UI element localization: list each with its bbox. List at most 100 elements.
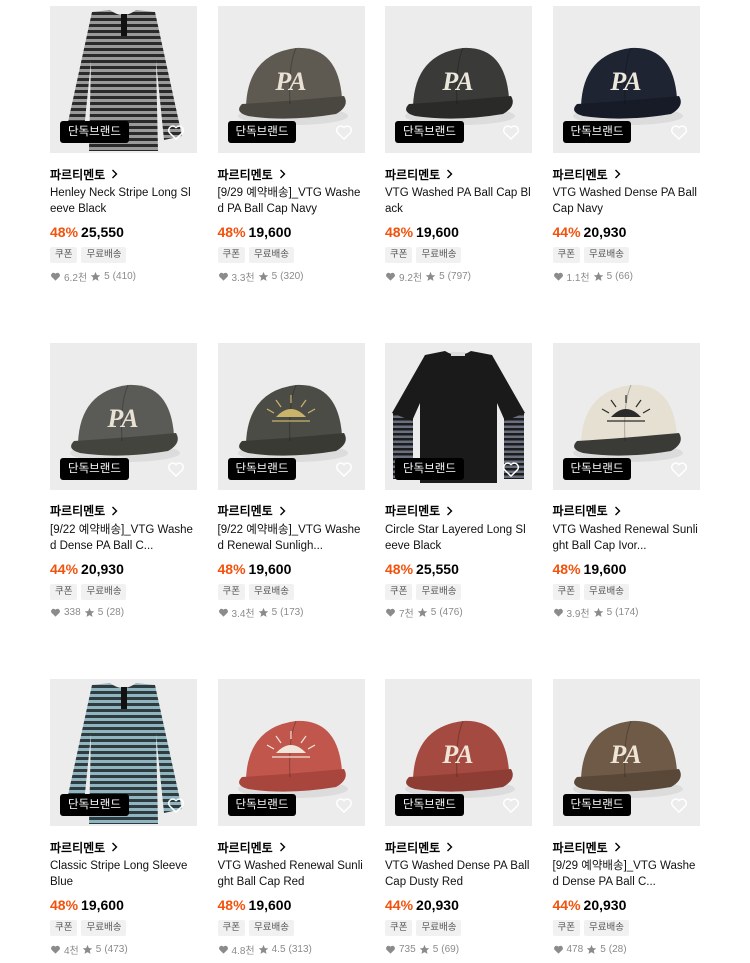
product-image[interactable]: 단독브랜드 (552, 342, 700, 490)
brand-link[interactable]: 파르티멘토 (217, 840, 365, 855)
svg-text:PA: PA (441, 67, 473, 96)
review-stats: 4.8천 4.5 (313) (218, 942, 365, 957)
exclusive-brand-badge: 단독브랜드 (562, 457, 632, 480)
rating: 5 (430, 607, 437, 618)
brand-link[interactable]: 파르티멘토 (385, 840, 532, 855)
product-card[interactable]: PA 단독브랜드 파르티멘토 VTG Washed Dense PA Ball … (552, 6, 700, 284)
chevron-right-icon (112, 169, 118, 179)
wishlist-heart-icon[interactable] (334, 122, 354, 142)
review-count: (173) (280, 607, 304, 618)
product-name[interactable]: Henley Neck Stripe Long Sleeve Black (50, 185, 197, 217)
brand-link[interactable]: 파르티멘토 (50, 840, 197, 855)
free-shipping-tag: 무료배송 (248, 583, 294, 600)
wishlist-heart-icon[interactable] (669, 795, 689, 815)
sale-price: 20,930 (416, 897, 459, 913)
product-image[interactable]: PA 단독브랜드 (552, 679, 700, 826)
discount-rate: 48% (217, 224, 246, 240)
product-card[interactable]: 단독브랜드 파르티멘토 Circle Star Layered Long Sle… (385, 342, 532, 620)
coupon-tag: 쿠폰 (385, 247, 413, 263)
brand-link[interactable]: 파르티멘토 (553, 167, 700, 182)
wishlist-heart-icon[interactable] (166, 122, 186, 142)
brand-link[interactable]: 파르티멘토 (50, 167, 197, 182)
like-count: 6.2천 (64, 272, 88, 284)
product-card[interactable]: PA 단독브랜드 파르티멘토 VTG Washed Dense PA Ball … (385, 679, 532, 956)
wishlist-heart-icon[interactable] (334, 459, 354, 479)
product-name[interactable]: VTG Washed Dense PA Ball Cap Dusty Red (385, 858, 532, 890)
product-name[interactable]: [9/22 예약배송]_VTG Washed Dense PA Ball C..… (50, 522, 197, 554)
brand-link[interactable]: 파르티멘토 (385, 167, 532, 182)
product-card[interactable]: PA 단독브랜드 파르티멘토 [9/22 예약배송]_VTG Washed De… (50, 342, 197, 620)
product-card[interactable]: PA 단독브랜드 파르티멘토 [9/29 예약배송]_VTG Washed De… (552, 679, 700, 956)
product-image[interactable]: PA 단독브랜드 (217, 6, 365, 153)
product-image[interactable]: PA 단독브랜드 (385, 679, 532, 826)
wishlist-heart-icon[interactable] (334, 795, 354, 815)
discount-rate: 48% (217, 560, 246, 577)
sale-price: 19,600 (248, 560, 292, 577)
tag-row: 쿠폰 무료배송 (385, 247, 532, 263)
product-card[interactable]: PA 단독브랜드 파르티멘토 [9/29 예약배송]_VTG Washed PA… (217, 6, 365, 284)
product-card[interactable]: 단독브랜드 파르티멘토 VTG Washed Renewal Sunlight … (217, 679, 365, 957)
product-card[interactable]: 단독브랜드 파르티멘토 VTG Washed Renewal Sunlight … (552, 342, 700, 620)
product-card[interactable]: 단독브랜드 파르티멘토 Classic Stripe Long Sleeve B… (50, 679, 197, 957)
product-name[interactable]: Circle Star Layered Long Sleeve Black (385, 522, 532, 554)
free-shipping-tag: 무료배송 (248, 247, 294, 263)
heart-icon (386, 272, 395, 281)
product-name[interactable]: VTG Washed Dense PA Ball Cap Navy (553, 185, 700, 217)
coupon-tag: 쿠폰 (385, 920, 413, 936)
product-image[interactable]: 단독브랜드 (217, 679, 365, 826)
star-icon (84, 607, 94, 617)
product-card[interactable]: 단독브랜드 파르티멘토 [9/22 예약배송]_VTG Washed Renew… (217, 342, 365, 620)
tag-row: 쿠폰 무료배송 (552, 583, 700, 600)
review-stats: 1.1천 5 (66) (553, 269, 700, 284)
product-image[interactable]: PA 단독브랜드 (385, 6, 532, 153)
rating: 5 (606, 270, 613, 282)
chevron-right-icon (614, 506, 621, 515)
brand-link[interactable]: 파르티멘토 (385, 504, 532, 518)
brand-name: 파르티멘토 (385, 840, 441, 855)
brand-link[interactable]: 파르티멘토 (50, 504, 197, 518)
svg-text:PA: PA (106, 404, 138, 433)
brand-name: 파르티멘토 (50, 167, 106, 182)
sale-price: 19,600 (248, 224, 292, 240)
brand-link[interactable]: 파르티멘토 (553, 840, 700, 855)
product-name[interactable]: VTG Washed Renewal Sunlight Ball Cap Red (218, 858, 365, 890)
product-image[interactable]: PA 단독브랜드 (50, 342, 197, 490)
review-count: (476) (439, 607, 463, 618)
price-row: 48% 19,600 (218, 561, 365, 578)
coupon-tag: 쿠폰 (217, 920, 245, 936)
brand-link[interactable]: 파르티멘토 (553, 504, 700, 518)
brand-name: 파르티멘토 (217, 840, 273, 855)
brand-link[interactable]: 파르티멘토 (218, 167, 365, 182)
wishlist-heart-icon[interactable] (501, 459, 521, 479)
brand-link[interactable]: 파르티멘토 (218, 504, 365, 518)
product-image[interactable]: 단독브랜드 (50, 6, 197, 153)
wishlist-heart-icon[interactable] (501, 795, 521, 815)
product-name[interactable]: [9/22 예약배송]_VTG Washed Renewal Sunligh..… (218, 522, 365, 554)
product-card[interactable]: PA 단독브랜드 파르티멘토 VTG Washed PA Ball Cap Bl… (385, 6, 532, 284)
product-name[interactable]: Classic Stripe Long Sleeve Blue (50, 858, 197, 890)
product-image[interactable]: PA 단독브랜드 (552, 6, 700, 153)
svg-text:PA: PA (609, 67, 641, 96)
exclusive-brand-badge: 단독브랜드 (60, 457, 129, 480)
wishlist-heart-icon[interactable] (501, 122, 521, 142)
price-row: 48% 19,600 (385, 224, 532, 241)
product-image[interactable]: 단독브랜드 (217, 342, 365, 490)
star-icon (82, 944, 93, 954)
sale-price: 20,930 (81, 560, 124, 577)
product-image[interactable]: 단독브랜드 (50, 679, 197, 826)
product-name[interactable]: VTG Washed Renewal Sunlight Ball Cap Ivo… (553, 522, 700, 554)
product-card[interactable]: 단독브랜드 파르티멘토 Henley Neck Stripe Long Slee… (50, 6, 197, 284)
wishlist-heart-icon[interactable] (166, 459, 186, 479)
product-name[interactable]: [9/29 예약배송]_VTG Washed PA Ball Cap Navy (218, 185, 365, 217)
rating: 4.5 (271, 943, 286, 955)
wishlist-heart-icon[interactable] (669, 122, 689, 142)
review-stats: 9.2천 5 (797) (385, 269, 532, 284)
wishlist-heart-icon[interactable] (166, 795, 186, 815)
product-name[interactable]: [9/29 예약배송]_VTG Washed Dense PA Ball C..… (553, 858, 700, 890)
product-image[interactable]: 단독브랜드 (385, 342, 532, 490)
sale-price: 19,600 (583, 560, 627, 577)
rating: 5 (271, 270, 278, 282)
review-count: (313) (288, 943, 312, 955)
wishlist-heart-icon[interactable] (669, 459, 689, 479)
product-name[interactable]: VTG Washed PA Ball Cap Black (385, 185, 532, 217)
